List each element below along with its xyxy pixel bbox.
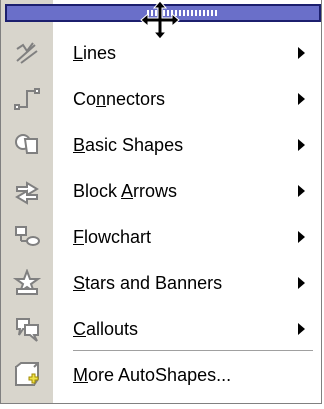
submenu-arrow-icon bbox=[298, 231, 305, 243]
menu-item-label: Connectors bbox=[73, 88, 166, 109]
menu-item-stars-and-banners[interactable]: Stars and Banners bbox=[1, 260, 321, 306]
more-autoshapes-icon bbox=[1, 352, 53, 398]
menu-item-label: More AutoShapes... bbox=[73, 364, 232, 385]
menu-item-connectors[interactable]: Connectors bbox=[1, 76, 321, 122]
submenu-arrow-icon bbox=[298, 139, 305, 151]
stars-and-banners-icon bbox=[1, 260, 53, 306]
menu-item-flowchart[interactable]: Flowchart bbox=[1, 214, 321, 260]
menu-item-label: Block Arrows bbox=[73, 180, 178, 201]
flowchart-icon bbox=[1, 214, 53, 260]
connectors-icon bbox=[1, 76, 53, 122]
menu-item-more-autoshapes[interactable]: More AutoShapes... bbox=[1, 352, 321, 398]
submenu-arrow-icon bbox=[298, 277, 305, 289]
autoshapes-menu: Lines Connectors Basic Shapes Block Arrows F… bbox=[0, 0, 322, 404]
submenu-arrow-icon bbox=[298, 93, 305, 105]
callouts-icon bbox=[1, 306, 53, 352]
menu-item-label: Stars and Banners bbox=[73, 272, 223, 293]
menu-item-label: Lines bbox=[73, 42, 117, 63]
submenu-arrow-icon bbox=[298, 323, 305, 335]
menu-item-lines[interactable]: Lines bbox=[1, 30, 321, 76]
submenu-arrow-icon bbox=[298, 47, 305, 59]
menu-item-basic-shapes[interactable]: Basic Shapes bbox=[1, 122, 321, 168]
submenu-arrow-icon bbox=[298, 185, 305, 197]
menu-item-label: Flowchart bbox=[73, 226, 152, 247]
lines-icon bbox=[1, 30, 53, 76]
menu-item-block-arrows[interactable]: Block Arrows bbox=[1, 168, 321, 214]
menu-items: Lines Connectors Basic Shapes Block Arrows F… bbox=[1, 30, 321, 398]
block-arrows-icon bbox=[1, 168, 53, 214]
menu-item-label: Callouts bbox=[73, 318, 139, 339]
menu-item-label: Basic Shapes bbox=[73, 134, 184, 155]
basic-shapes-icon bbox=[1, 122, 53, 168]
menu-item-callouts[interactable]: Callouts bbox=[1, 306, 321, 352]
